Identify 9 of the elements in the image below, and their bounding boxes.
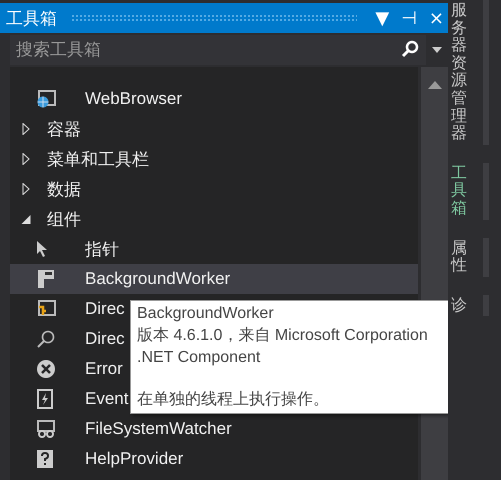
category-label: 组件 — [47, 208, 81, 230]
tooltip-text: 版本 4.6.1.0，来自 Microsoft Corporation — [137, 326, 429, 346]
category-label: 数据 — [47, 178, 81, 200]
tooltip-description: 在单独的线程上执行操作。 — [137, 390, 330, 410]
tooltip-title: BackgroundWorker — [137, 304, 275, 324]
tooltip-text: .NET Component — [137, 348, 262, 368]
category-label: 容器 — [47, 118, 81, 140]
window-title: 工具箱 — [6, 8, 57, 30]
category-label: 菜单和工具栏 — [47, 148, 149, 170]
